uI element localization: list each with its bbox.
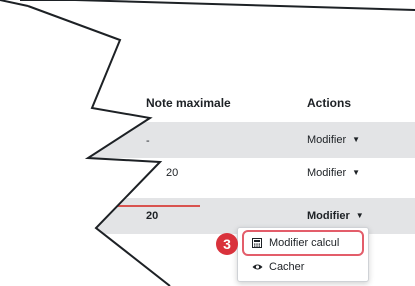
menu-item-modifier-calcul[interactable]: Modifier calcul <box>242 230 364 256</box>
eye-icon <box>252 262 263 272</box>
calculator-icon <box>252 238 262 248</box>
menu-item-label: Modifier calcul <box>269 237 340 249</box>
menu-item-cacher[interactable]: Cacher <box>244 256 362 278</box>
step-number-badge: 3 <box>216 233 238 255</box>
actions-dropdown-menu: Modifier calcul Cacher <box>237 227 369 282</box>
menu-item-label: Cacher <box>269 261 305 273</box>
